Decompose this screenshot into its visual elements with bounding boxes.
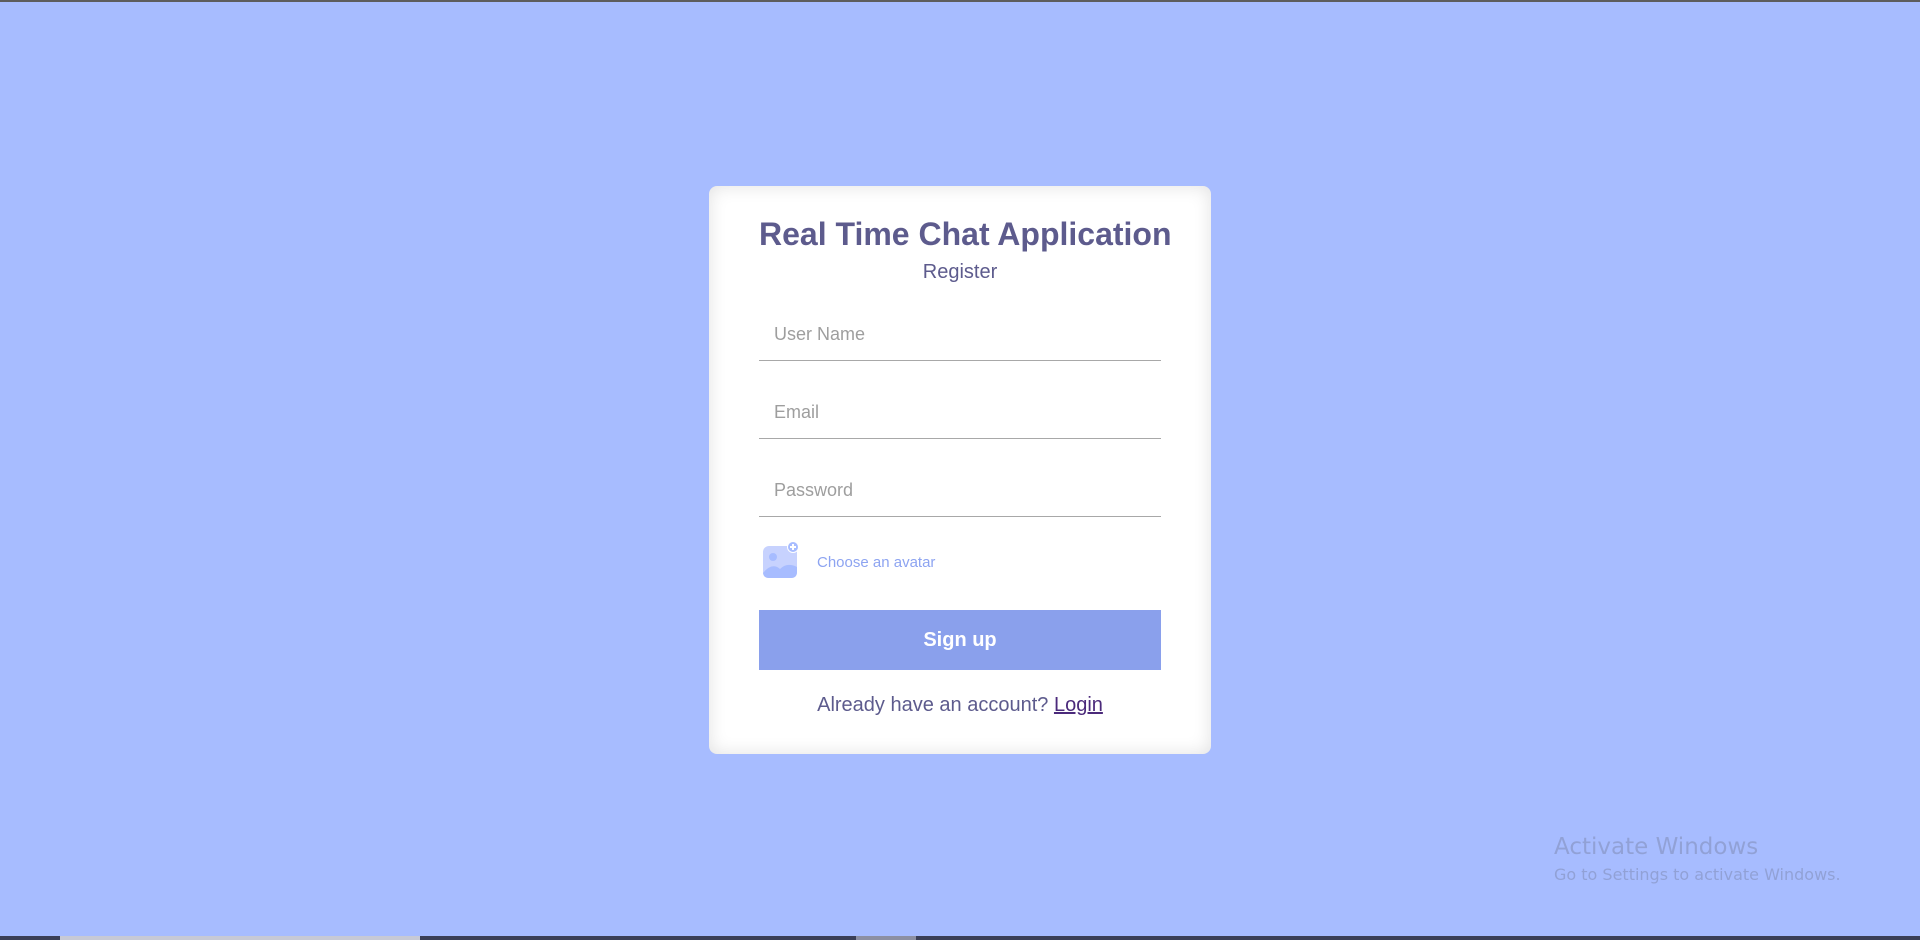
window-top-border bbox=[0, 0, 1920, 2]
watermark-title: Activate Windows bbox=[1554, 834, 1759, 860]
scrollbar-thumb[interactable] bbox=[60, 936, 420, 940]
avatar-label: Choose an avatar bbox=[817, 553, 936, 571]
add-image-icon bbox=[759, 540, 801, 585]
form-subtitle: Register bbox=[922, 261, 998, 283]
register-form: Choose an avatar Sign up bbox=[759, 309, 1161, 670]
signup-button[interactable]: Sign up bbox=[759, 610, 1161, 670]
login-link[interactable]: Login bbox=[1054, 694, 1103, 716]
watermark-subtitle: Go to Settings to activate Windows. bbox=[1554, 865, 1841, 884]
email-input[interactable] bbox=[759, 387, 1161, 439]
app-title: Real Time Chat Application bbox=[759, 216, 1172, 252]
activate-windows-watermark: Activate Windows Go to Settings to activ… bbox=[1554, 832, 1841, 886]
login-prompt-text: Already have an account? bbox=[817, 694, 1049, 716]
scrollbar-marker bbox=[856, 936, 916, 940]
register-card: Real Time Chat Application Register Choo… bbox=[709, 186, 1211, 754]
username-input[interactable] bbox=[759, 309, 1161, 361]
login-prompt: Already have an account? Login bbox=[759, 694, 1161, 717]
password-input[interactable] bbox=[759, 465, 1161, 517]
avatar-picker[interactable]: Choose an avatar bbox=[759, 540, 1161, 585]
